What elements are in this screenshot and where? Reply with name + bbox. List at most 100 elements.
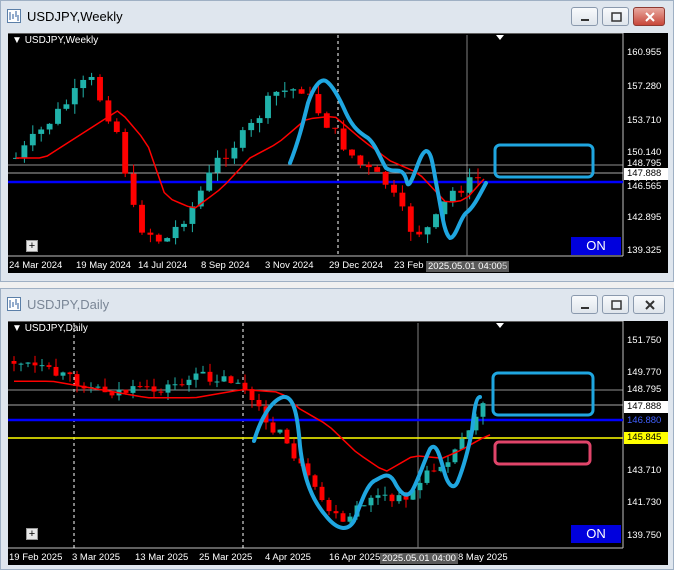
candle-body xyxy=(270,422,276,433)
candle-body xyxy=(130,173,137,205)
candle-body xyxy=(123,389,129,393)
price-tag: 146.880 xyxy=(624,415,668,427)
daily-candles-plot[interactable] xyxy=(8,321,668,565)
candle-body xyxy=(214,381,220,383)
crosshair-date-label: 2025.05.01 04:00 xyxy=(380,553,458,564)
candle-body xyxy=(223,157,229,159)
candle-body xyxy=(466,177,473,193)
on-status-badge[interactable]: ON xyxy=(571,525,621,543)
restore-button[interactable] xyxy=(602,295,629,314)
chart-window-icon xyxy=(7,297,21,311)
price-scale-label: 160.955 xyxy=(627,47,662,58)
daily-price-chart[interactable]: ▼ USDJPY,Daily 151.750149.770147.765145.… xyxy=(8,321,668,565)
candle-body xyxy=(239,130,246,148)
close-button[interactable] xyxy=(633,7,665,26)
price-scale-label: 141.730 xyxy=(627,497,662,508)
candle-body xyxy=(164,238,171,242)
candle-body xyxy=(375,495,381,498)
window-title: USDJPY,Daily xyxy=(27,297,110,312)
candle-body xyxy=(80,79,87,89)
crosshair-date-text: 2025.05.01 04:00 xyxy=(428,261,502,272)
chart-shift-marker[interactable] xyxy=(496,323,504,328)
price-scale-label: 142.895 xyxy=(627,212,662,223)
candle-body xyxy=(242,382,248,390)
target-zone-box[interactable] xyxy=(493,143,595,179)
candle-body xyxy=(312,475,318,487)
candle-body xyxy=(326,499,332,512)
candle-body xyxy=(18,363,24,365)
candle-body xyxy=(179,384,185,386)
window-titlebar[interactable]: USDJPY,Daily xyxy=(1,289,673,321)
candle-body xyxy=(424,470,430,483)
candle-body xyxy=(139,204,145,233)
candle-body xyxy=(21,145,28,158)
candle-body xyxy=(207,371,213,382)
chart-symbol-text: USDJPY,Daily xyxy=(24,323,88,334)
weekly-chart-window[interactable]: USDJPY,Weekly ▼ USDJPY,Weekly 160.955 15… xyxy=(0,0,674,282)
crosshair-date-tail: 5 xyxy=(501,261,508,272)
candle-body xyxy=(374,167,381,172)
candle-body xyxy=(248,122,255,131)
add-indicator-button[interactable]: + xyxy=(26,528,38,540)
candle-body xyxy=(228,376,234,384)
candle-body xyxy=(193,373,199,380)
price-tag: 147.888 xyxy=(624,401,668,413)
candle-body xyxy=(475,177,481,179)
restore-icon xyxy=(611,300,622,310)
time-axis-label: 25 Mar 2025 xyxy=(199,552,253,563)
candle-body xyxy=(424,227,431,235)
time-axis-label: 13 Mar 2025 xyxy=(135,552,189,563)
candle-body xyxy=(458,190,465,193)
candle-body xyxy=(95,386,101,388)
candle-body xyxy=(137,386,143,388)
window-titlebar[interactable]: USDJPY,Weekly xyxy=(1,1,673,33)
close-button[interactable] xyxy=(633,295,665,314)
minimize-button[interactable] xyxy=(571,7,598,26)
candle-body xyxy=(88,76,95,80)
price-scale-label: 153.710 xyxy=(627,115,662,126)
candle-body xyxy=(433,214,439,228)
candle-body xyxy=(151,386,157,392)
chart-symbol-label: ▼ USDJPY,Weekly xyxy=(12,35,99,46)
candle-body xyxy=(97,76,103,101)
candle-body xyxy=(332,127,339,129)
weekly-candles-plot[interactable] xyxy=(8,33,668,273)
add-indicator-button[interactable]: + xyxy=(26,240,38,252)
candle-body xyxy=(333,511,339,514)
candle-body xyxy=(122,131,129,174)
daily-chart-window[interactable]: USDJPY,Daily ▼ USDJPY,Daily 151.750 149.… xyxy=(0,288,674,570)
candle-body xyxy=(46,123,53,130)
candle-body xyxy=(340,513,346,522)
candles-group xyxy=(13,72,481,245)
candle-body xyxy=(46,365,52,367)
candle-body xyxy=(206,172,213,191)
candle-body xyxy=(189,206,196,224)
chart-symbol-text: USDJPY,Weekly xyxy=(24,35,99,46)
candle-body xyxy=(290,89,297,91)
restore-button[interactable] xyxy=(602,7,629,26)
price-tag: 146.565 xyxy=(624,181,668,193)
candle-body xyxy=(11,361,17,364)
target-zone-box[interactable] xyxy=(491,371,595,417)
weekly-price-chart[interactable]: ▼ USDJPY,Weekly 160.955 157.280 153.710 150… xyxy=(8,33,668,273)
price-scale-label: 151.750 xyxy=(627,335,662,346)
candle-body xyxy=(445,462,451,467)
resistance-zone-box[interactable] xyxy=(493,440,592,466)
minimize-button[interactable] xyxy=(571,295,598,314)
time-axis-label: 3 Mar 2025 xyxy=(72,552,121,563)
on-status-badge[interactable]: ON xyxy=(571,237,621,255)
candle-body xyxy=(67,372,73,375)
candle-body xyxy=(172,384,178,386)
time-axis-label: 14 Jul 2024 xyxy=(138,260,188,271)
close-icon xyxy=(645,300,655,310)
candle-body xyxy=(53,366,59,376)
chart-shift-marker[interactable] xyxy=(496,35,504,40)
candle-body xyxy=(382,171,389,185)
candle-body xyxy=(113,121,120,132)
candle-body xyxy=(323,113,330,128)
candle-body xyxy=(32,362,38,366)
candle-body xyxy=(340,128,347,150)
candle-body xyxy=(25,362,31,364)
candle-body xyxy=(60,372,66,376)
time-axis-label: 24 Mar 2024 xyxy=(9,260,63,271)
